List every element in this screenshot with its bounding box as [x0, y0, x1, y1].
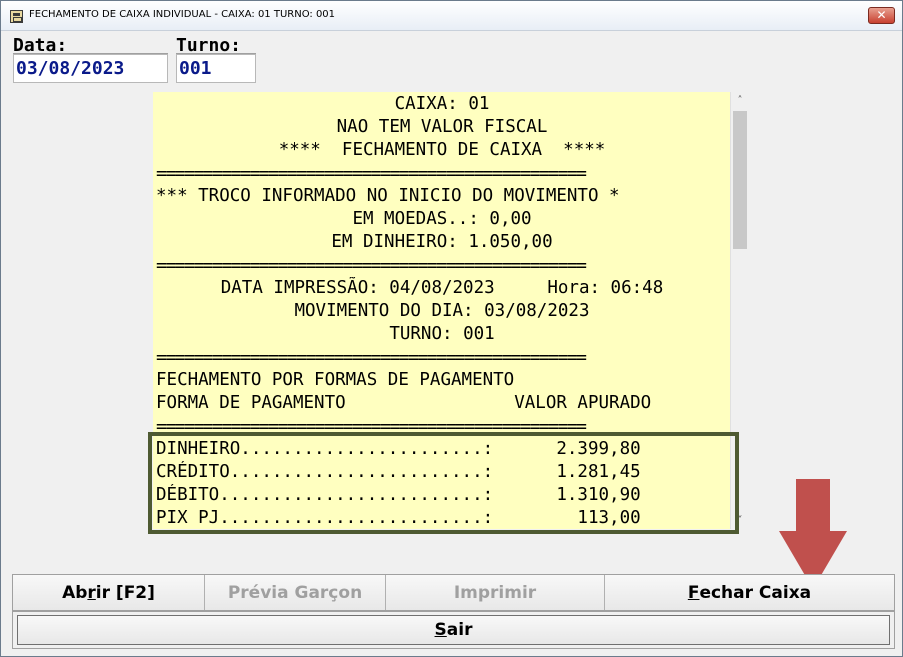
- abrir-button[interactable]: Ab r ir [F2]: [13, 575, 205, 610]
- scroll-thumb[interactable]: [733, 111, 747, 249]
- payment-totals-highlight: [148, 432, 739, 534]
- imprimir-button[interactable]: Imprimir: [386, 575, 605, 610]
- report-line: FORMA DE PAGAMENTO VALOR APURADO: [156, 393, 652, 413]
- report-line: TURNO: 001: [389, 324, 495, 344]
- report-line: DATA IMPRESSÃO: 04/08/2023 Hora: 06:48: [220, 278, 664, 298]
- report-line: EM DINHEIRO: 1.050,00: [331, 232, 553, 252]
- fechamento-caixa-window: FECHAMENTO DE CAIXA INDIVIDUAL - CAIXA: …: [0, 0, 903, 657]
- abrir-label-post: ir [F2]: [95, 582, 155, 603]
- report-separator: ========================================…: [156, 163, 587, 184]
- report-line: MOVIMENTO DO DIA: 03/08/2023: [294, 301, 590, 321]
- report-line: EM MOEDAS..: 0,00: [352, 209, 532, 229]
- sair-button[interactable]: Sair: [17, 615, 890, 645]
- scroll-up-icon[interactable]: ˄: [731, 92, 748, 109]
- report-separator: ========================================…: [156, 255, 587, 276]
- down-arrow-icon: [779, 479, 847, 589]
- turno-field[interactable]: 001: [176, 54, 256, 83]
- sair-button-frame: Sair: [12, 611, 895, 649]
- cash-register-icon: [10, 10, 23, 23]
- fechar-label: echar Caixa: [699, 582, 812, 603]
- close-button[interactable]: ✕: [868, 7, 895, 24]
- title-bar: FECHAMENTO DE CAIXA INDIVIDUAL - CAIXA: …: [1, 1, 902, 31]
- previa-garcon-button[interactable]: Prévia Garçon: [205, 575, 386, 610]
- sair-label: air: [446, 620, 473, 640]
- arrow-shaft: [796, 479, 830, 535]
- abrir-accel: r: [87, 582, 96, 603]
- report-line: NAO TEM VALOR FISCAL: [336, 117, 548, 137]
- report-line: FECHAMENTO POR FORMAS DE PAGAMENTO: [156, 370, 515, 390]
- abrir-label-pre: Ab: [62, 582, 88, 603]
- action-button-row: Ab r ir [F2] Prévia Garçon Imprimir Fechar…: [12, 574, 895, 611]
- report-line: CAIXA: 01: [394, 94, 490, 114]
- report-line: *** TROCO INFORMADO NO INICIO DO MOVIMEN…: [156, 186, 620, 206]
- report-separator: ========================================…: [156, 347, 587, 368]
- window-title: FECHAMENTO DE CAIXA INDIVIDUAL - CAIXA: …: [29, 9, 336, 20]
- fechar-caixa-button[interactable]: Fechar Caixa: [605, 575, 894, 610]
- data-field[interactable]: 03/08/2023: [13, 54, 168, 83]
- sair-accel: S: [434, 620, 447, 640]
- report-line: **** FECHAMENTO DE CAIXA ****: [278, 140, 606, 160]
- fechar-accel: F: [687, 582, 700, 603]
